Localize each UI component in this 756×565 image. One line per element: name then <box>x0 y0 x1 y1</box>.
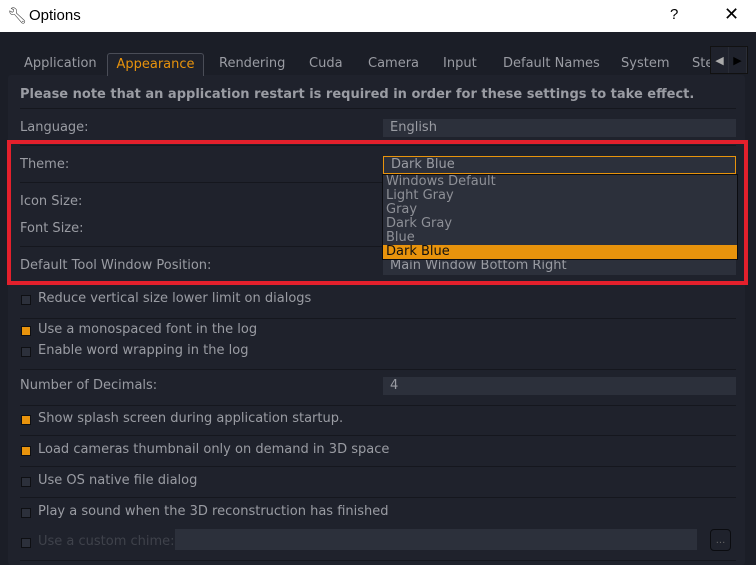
checkbox[interactable] <box>21 347 31 357</box>
tab-stereo[interactable]: Ste <box>692 56 710 71</box>
scroll-right-icon[interactable]: ▶ <box>729 47 747 73</box>
wrench-icon: 🔧︎ <box>7 8 28 25</box>
font-size-label: Font Size: <box>20 221 84 236</box>
icon-size-label: Icon Size: <box>20 194 83 209</box>
tab-cuda[interactable]: Cuda <box>309 56 343 71</box>
theme-dropdown-list: Windows Default Light Gray Gray Dark Gra… <box>382 174 738 260</box>
checkbox-label: Load cameras thumbnail only on demand in… <box>38 442 390 457</box>
checkbox[interactable] <box>21 446 31 456</box>
tab-camera[interactable]: Camera <box>368 56 419 71</box>
scroll-left-icon[interactable]: ◀ <box>711 47 729 73</box>
tab-rendering[interactable]: Rendering <box>219 56 285 71</box>
close-button[interactable]: ✕ <box>724 4 739 25</box>
checkbox[interactable] <box>21 415 31 425</box>
theme-label: Theme: <box>20 157 70 172</box>
help-button[interactable]: ? <box>670 6 678 23</box>
theme-option-selected[interactable]: Dark Blue <box>383 245 737 259</box>
tab-input[interactable]: Input <box>443 56 477 71</box>
divider <box>20 369 736 370</box>
custom-chime-input[interactable] <box>175 529 697 550</box>
theme-option[interactable]: Light Gray <box>383 189 737 203</box>
tab-scroll: ◀ ▶ <box>710 46 748 74</box>
theme-option[interactable]: Windows Default <box>383 175 737 189</box>
checkbox-label: Show splash screen during application st… <box>38 411 344 426</box>
restart-notice: Please note that an application restart … <box>20 87 695 102</box>
theme-option[interactable]: Dark Gray <box>383 217 737 231</box>
language-label: Language: <box>20 120 89 135</box>
tab-default-names[interactable]: Default Names <box>503 56 600 71</box>
tab-system[interactable]: System <box>621 56 669 71</box>
checkbox-label: Use a custom chime: <box>38 534 175 549</box>
theme-select[interactable]: Dark Blue <box>383 156 736 174</box>
tool-window-label: Default Tool Window Position: <box>20 258 212 273</box>
divider <box>20 145 736 146</box>
checkbox-label: Use a monospaced font in the log <box>38 322 258 337</box>
checkbox[interactable] <box>21 477 31 487</box>
tab-application[interactable]: Application <box>24 56 97 71</box>
title-bar: 🔧︎ Options ? ✕ <box>0 0 756 32</box>
divider <box>20 466 736 467</box>
checkbox-label: Enable word wrapping in the log <box>38 343 249 358</box>
checkbox[interactable] <box>21 508 31 518</box>
theme-option[interactable]: Gray <box>383 203 737 217</box>
divider <box>20 108 736 109</box>
divider <box>20 497 736 498</box>
checkbox[interactable] <box>21 295 31 305</box>
decimals-label: Number of Decimals: <box>20 378 158 393</box>
checkbox[interactable] <box>21 538 31 548</box>
browse-button[interactable]: ... <box>710 529 731 551</box>
checkbox-label: Play a sound when the 3D reconstruction … <box>38 504 389 519</box>
divider <box>20 318 736 319</box>
divider <box>20 405 736 406</box>
checkbox-label: Use OS native file dialog <box>38 473 198 488</box>
tab-appearance[interactable]: Appearance <box>107 53 204 76</box>
divider <box>20 560 736 561</box>
decimals-input[interactable]: 4 <box>383 377 736 395</box>
language-select[interactable]: English <box>383 119 736 137</box>
divider <box>20 435 736 436</box>
checkbox[interactable] <box>21 326 31 336</box>
tab-panel <box>8 75 745 565</box>
checkbox-label: Reduce vertical size lower limit on dial… <box>38 291 312 306</box>
theme-option[interactable]: Blue <box>383 231 737 245</box>
window-title: Options <box>29 7 81 24</box>
tab-bar: Application Appearance Rendering Cuda Ca… <box>0 40 710 76</box>
